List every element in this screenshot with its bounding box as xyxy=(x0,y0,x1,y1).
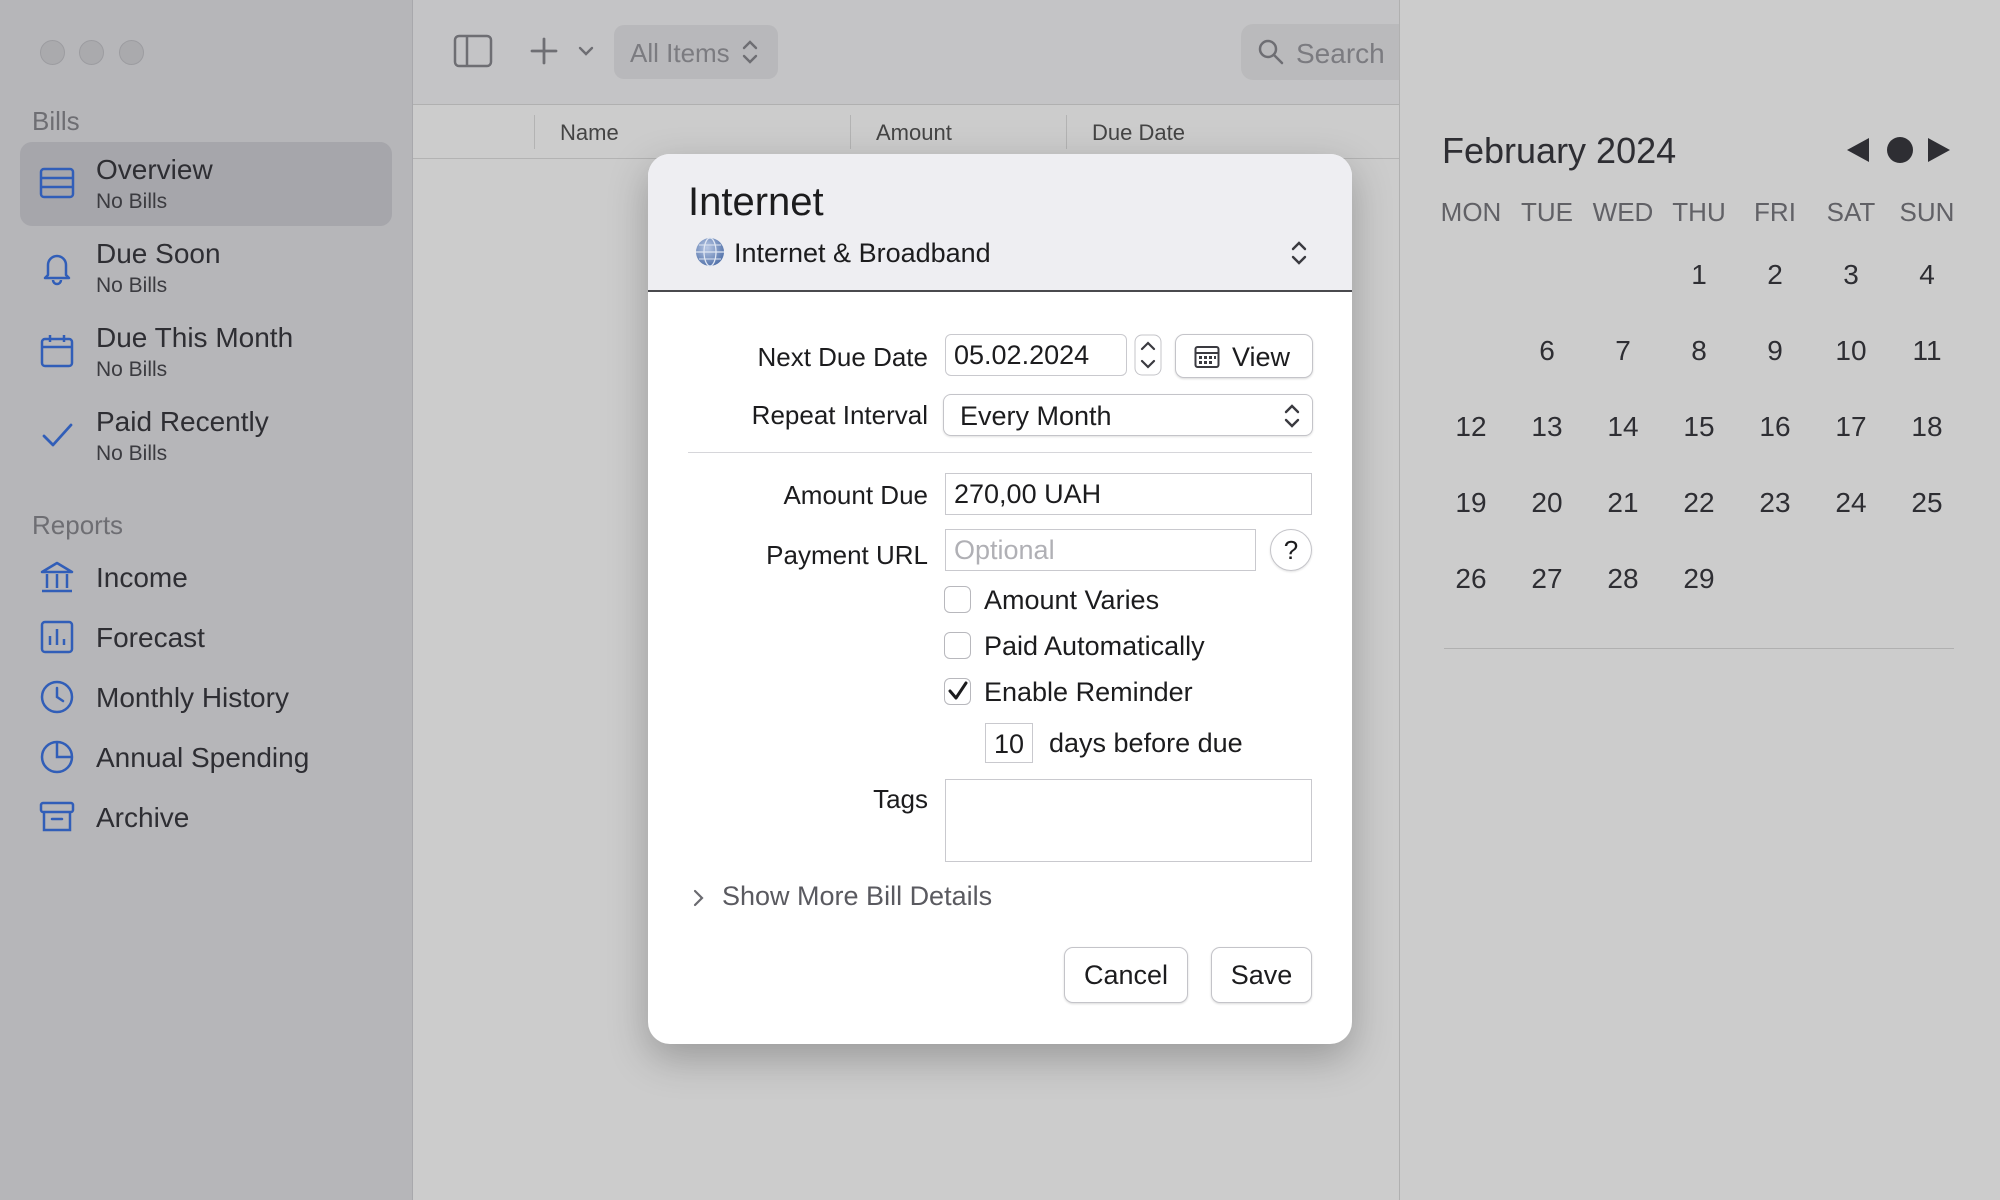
next-due-date-field[interactable]: 05.02.2024 xyxy=(945,334,1127,376)
sheet-header: Internet Internet & Broadband xyxy=(648,154,1352,292)
form-divider xyxy=(688,452,1312,453)
enable-reminder-checkbox[interactable] xyxy=(944,678,971,705)
payment-url-label: Payment URL xyxy=(766,540,928,570)
globe-icon xyxy=(696,237,724,267)
paid-automatically-label: Paid Automatically xyxy=(984,631,1205,661)
view-button-label: View xyxy=(1232,342,1291,372)
amount-varies-checkbox[interactable] xyxy=(944,586,971,613)
next-due-date-label: Next Due Date xyxy=(757,342,928,372)
repeat-interval-value: Every Month xyxy=(960,401,1112,431)
date-stepper[interactable] xyxy=(1134,334,1162,376)
tags-field[interactable] xyxy=(945,779,1312,862)
amount-due-label: Amount Due xyxy=(783,480,928,510)
amount-varies-label: Amount Varies xyxy=(984,585,1160,615)
cancel-button[interactable]: Cancel xyxy=(1064,947,1188,1003)
category-popup-label[interactable]: Internet & Broadband xyxy=(734,238,991,269)
bill-title[interactable]: Internet xyxy=(688,180,824,225)
reminder-days-field[interactable]: 10 xyxy=(985,723,1033,763)
payment-url-field[interactable]: Optional xyxy=(945,529,1256,571)
repeat-interval-popup[interactable]: Every Month xyxy=(943,394,1313,436)
calendar-icon xyxy=(1194,346,1220,368)
amount-due-field[interactable]: 270,00 UAH xyxy=(945,473,1312,515)
tags-label: Tags xyxy=(873,784,928,814)
paid-automatically-checkbox[interactable] xyxy=(944,632,971,659)
repeat-interval-label: Repeat Interval xyxy=(751,400,928,430)
up-down-chevron-icon[interactable] xyxy=(1288,238,1310,268)
chevron-right-icon[interactable] xyxy=(690,886,708,910)
reminder-days-suffix: days before due xyxy=(1049,728,1243,758)
save-button[interactable]: Save xyxy=(1211,947,1312,1003)
show-more-details-toggle[interactable]: Show More Bill Details xyxy=(722,881,992,912)
up-down-chevron-icon xyxy=(1284,404,1300,428)
enable-reminder-label: Enable Reminder xyxy=(984,677,1193,707)
help-button[interactable]: ? xyxy=(1270,529,1312,571)
edit-bill-sheet: Internet Internet & Broadband Next Due D… xyxy=(648,154,1352,1044)
view-calendar-button[interactable]: View xyxy=(1175,334,1313,378)
checkmark-icon xyxy=(948,681,968,700)
